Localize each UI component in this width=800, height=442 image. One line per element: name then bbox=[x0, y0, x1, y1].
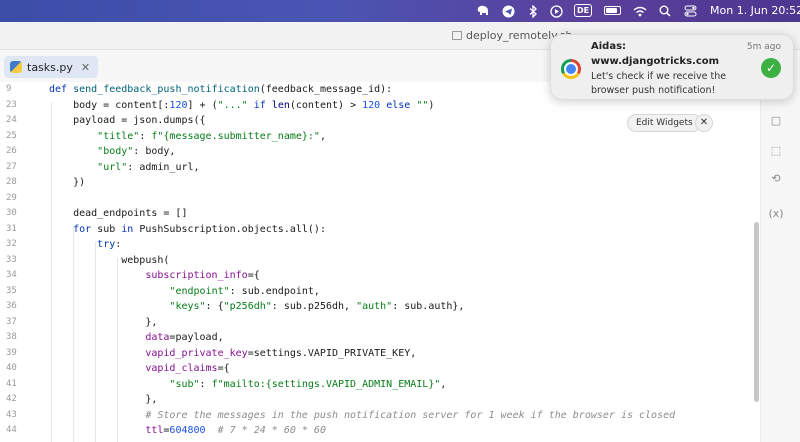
structure-icon[interactable]: ⬚ bbox=[767, 142, 785, 160]
ai-assistant-icon[interactable]: ▢ bbox=[767, 112, 785, 130]
variables-icon[interactable]: (x) bbox=[767, 205, 785, 223]
code-line[interactable]: 37 }, bbox=[0, 315, 760, 331]
code-line[interactable]: 29 bbox=[0, 191, 760, 207]
line-number: 9 bbox=[6, 84, 12, 94]
code-text: "endpoint": sub.endpoint, bbox=[169, 285, 320, 297]
notification-body: Let's check if we receive the browser pu… bbox=[591, 71, 727, 96]
code-line[interactable]: 36 "keys": {"p256dh": sub.p256dh, "auth"… bbox=[0, 299, 760, 315]
code-text: vapid_claims={ bbox=[145, 363, 230, 374]
line-number: 29 bbox=[6, 192, 17, 203]
line-number: 42 bbox=[6, 394, 17, 404]
code-line[interactable]: 28 }) bbox=[0, 175, 760, 191]
spotlight-search-icon[interactable] bbox=[657, 3, 673, 19]
code-line[interactable]: 42 }, bbox=[0, 392, 760, 408]
menubar-clock[interactable]: Mon 1. Jun 20:52 bbox=[710, 4, 800, 17]
code-text: for sub in PushSubscription.objects.all(… bbox=[73, 223, 326, 235]
line-number: 39 bbox=[6, 347, 17, 358]
tab-label: tasks.py bbox=[27, 60, 73, 74]
line-number: 43 bbox=[6, 409, 17, 420]
line-number: 30 bbox=[6, 208, 17, 218]
line-number: 26 bbox=[6, 146, 17, 156]
battery-icon[interactable] bbox=[604, 6, 621, 15]
line-number: 33 bbox=[6, 254, 17, 265]
scrollbar-thumb[interactable] bbox=[754, 222, 759, 402]
line-number: 34 bbox=[6, 270, 17, 280]
code-text: "keys": {"p256dh": sub.p256dh, "auth": s… bbox=[169, 301, 465, 312]
code-text: "url": admin_url, bbox=[97, 161, 200, 173]
code-text: payload = json.dumps({ bbox=[49, 115, 206, 126]
line-number: 35 bbox=[6, 285, 17, 296]
chrome-icon bbox=[561, 59, 581, 79]
code-line[interactable]: 33 webpush( bbox=[0, 253, 760, 269]
code-text: body = content[:120] + ("..." if len(con… bbox=[49, 99, 435, 111]
code-text: "body": body, bbox=[97, 146, 176, 157]
line-number: 27 bbox=[6, 161, 17, 172]
code-text: }, bbox=[49, 394, 158, 405]
code-text: ttl=604800 # 7 * 24 * 60 * 60 bbox=[145, 425, 326, 436]
tab-tasks-py[interactable]: tasks.py ✕ bbox=[4, 56, 99, 78]
shell-file-icon bbox=[452, 31, 462, 40]
code-line[interactable]: 39 vapid_private_key=settings.VAPID_PRIV… bbox=[0, 346, 760, 362]
telegram-icon[interactable] bbox=[500, 3, 516, 19]
notification-title: www.djangotricks.com bbox=[591, 56, 720, 67]
code-line[interactable]: 44 ttl=604800 # 7 * 24 * 60 * 60 bbox=[0, 423, 760, 439]
code-line[interactable]: 26 "body": body, bbox=[0, 144, 760, 160]
line-number: 25 bbox=[6, 130, 17, 141]
close-notification-button[interactable]: ✕ bbox=[695, 114, 713, 132]
line-number: 38 bbox=[6, 332, 17, 342]
line-number: 31 bbox=[6, 223, 17, 234]
line-number: 41 bbox=[6, 378, 17, 389]
code-line[interactable]: 35 "endpoint": sub.endpoint, bbox=[0, 284, 760, 300]
code-line[interactable]: 43 # Store the messages in the push noti… bbox=[0, 408, 760, 424]
code-line[interactable]: 40 vapid_claims={ bbox=[0, 361, 760, 377]
code-text: }, bbox=[49, 316, 158, 328]
code-text: # Store the messages in the push notific… bbox=[145, 409, 676, 421]
code-text: subscription_info={ bbox=[145, 270, 260, 281]
close-icon[interactable]: ✕ bbox=[81, 61, 90, 74]
code-text: try: bbox=[97, 239, 122, 250]
wifi-icon[interactable] bbox=[632, 3, 648, 19]
code-text: "sub": f"mailto:{settings.VAPID_ADMIN_EM… bbox=[169, 378, 447, 390]
code-line[interactable]: 31 for sub in PushSubscription.objects.a… bbox=[0, 222, 760, 238]
code-text: "title": f"{message.submitter_name}:", bbox=[97, 130, 326, 142]
code-line[interactable]: 34 subscription_info={ bbox=[0, 268, 760, 284]
input-source-icon[interactable]: DE bbox=[574, 4, 592, 17]
code-line[interactable]: 27 "url": admin_url, bbox=[0, 160, 760, 176]
line-number: 32 bbox=[6, 239, 17, 249]
line-number: 28 bbox=[6, 177, 17, 187]
notification-time: 5m ago bbox=[746, 42, 781, 52]
code-text: dead_endpoints = [] bbox=[49, 208, 188, 219]
code-line[interactable]: 30 dead_endpoints = [] bbox=[0, 206, 760, 222]
code-text: webpush( bbox=[49, 254, 170, 266]
push-notification[interactable]: Aidas: 5m ago www.djangotricks.com Let's… bbox=[550, 34, 794, 100]
code-text: }) bbox=[49, 177, 86, 188]
line-number: 23 bbox=[6, 99, 17, 110]
right-tool-strip bbox=[760, 82, 800, 442]
code-line[interactable]: 41 "sub": f"mailto:{settings.VAPID_ADMIN… bbox=[0, 377, 760, 393]
notification-sender: Aidas: bbox=[591, 41, 627, 52]
line-number: 44 bbox=[6, 425, 17, 435]
elephant-icon[interactable] bbox=[475, 3, 491, 19]
control-center-icon[interactable] bbox=[682, 3, 698, 19]
edit-widgets-button[interactable]: Edit Widgets bbox=[627, 114, 702, 132]
python-file-icon bbox=[10, 61, 22, 73]
code-line[interactable]: 38 data=payload, bbox=[0, 330, 760, 346]
line-number: 24 bbox=[6, 115, 17, 125]
play-circle-icon[interactable] bbox=[548, 3, 564, 19]
history-icon[interactable]: ⟲ bbox=[767, 170, 785, 188]
checkmark-icon: ✓ bbox=[761, 58, 781, 78]
bluetooth-icon[interactable] bbox=[525, 3, 541, 19]
line-number: 36 bbox=[6, 301, 17, 311]
code-text: data=payload, bbox=[145, 332, 224, 343]
line-number: 37 bbox=[6, 316, 17, 327]
code-text: vapid_private_key=settings.VAPID_PRIVATE… bbox=[145, 347, 417, 359]
code-line[interactable]: 32 try: bbox=[0, 237, 760, 253]
line-number: 40 bbox=[6, 363, 17, 373]
code-text: def send_feedback_push_notification(feed… bbox=[49, 84, 393, 95]
macos-menubar: DE Mon 1. Jun 20:52 bbox=[0, 0, 800, 22]
